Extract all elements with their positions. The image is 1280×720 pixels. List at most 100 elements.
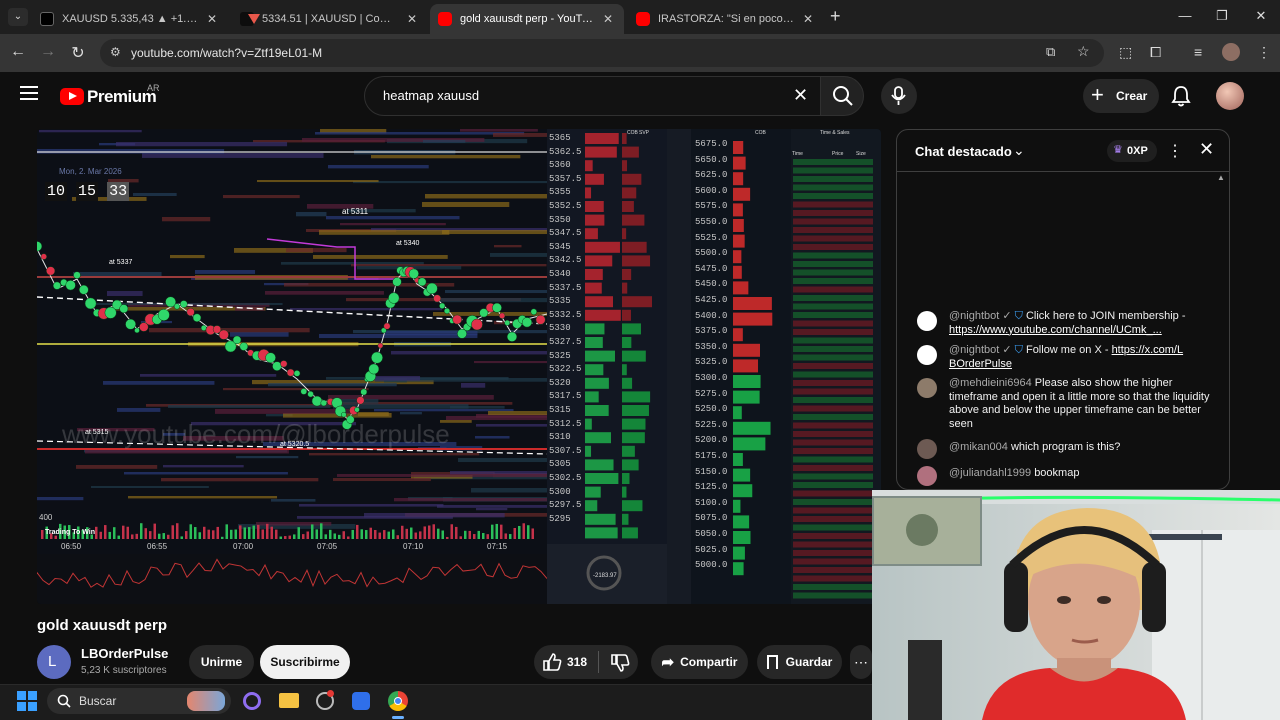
- share-button[interactable]: ➦ Compartir: [651, 645, 748, 679]
- chat-header-title[interactable]: Chat destacado: [915, 144, 1012, 159]
- copilot-app-icon[interactable]: [243, 692, 261, 710]
- save-label: Guardar: [785, 655, 833, 669]
- ladder-price-level: 5297.5: [549, 500, 582, 511]
- liquidity-band: [107, 291, 143, 296]
- close-window-icon[interactable]: ✕: [1251, 8, 1271, 24]
- volume-bar: [185, 531, 188, 539]
- volume-bar: [513, 528, 516, 539]
- settings-app-icon[interactable]: [316, 690, 334, 710]
- trade-bubble: [307, 390, 314, 398]
- browser-tab-youtube-active[interactable]: gold xauusdt perp - YouTube ✕: [430, 4, 624, 34]
- browser-tab-xauusd-comercio[interactable]: 5334.51 | XAUUSD | Comercio v ✕: [232, 4, 428, 34]
- price-tag-5311: at 5311: [342, 207, 369, 216]
- tab-close-icon[interactable]: ✕: [800, 12, 816, 26]
- forward-arrow-icon[interactable]: →: [38, 43, 58, 61]
- reading-list-icon[interactable]: ≡: [1194, 44, 1202, 60]
- volume-bar: [140, 523, 143, 539]
- ladder-price-level: 5100.0: [695, 497, 728, 508]
- new-tab-button[interactable]: +: [830, 6, 841, 27]
- store-app-icon[interactable]: [352, 692, 370, 710]
- avatar[interactable]: [917, 466, 937, 486]
- voice-search-button[interactable]: [881, 78, 917, 114]
- save-button[interactable]: Guardar: [757, 645, 842, 679]
- tab-close-icon[interactable]: ✕: [600, 12, 616, 26]
- share-label: Compartir: [680, 655, 738, 669]
- extensions-icon[interactable]: ⧠: [1150, 44, 1161, 61]
- create-button[interactable]: + Crear: [1083, 79, 1159, 113]
- chat-author[interactable]: @nightbot ✓: [949, 344, 1012, 356]
- video-player[interactable]: 10 15 33 Mon, 2. Mar 2026 at 5311 at 533…: [37, 129, 881, 604]
- more-actions-button[interactable]: ⋯: [850, 645, 872, 679]
- chat-author[interactable]: @nightbot ✓: [949, 310, 1012, 322]
- liquidity-band: [337, 474, 553, 477]
- windows-start-icon[interactable]: [17, 691, 37, 711]
- search-input[interactable]: heatmap xauusd ✕: [364, 76, 826, 116]
- join-button[interactable]: Unirme: [189, 645, 254, 679]
- ladder-price-level: 5350.0: [695, 341, 728, 352]
- site-info-icon[interactable]: ⚙: [110, 45, 121, 59]
- hamburger-menu-icon[interactable]: [20, 86, 38, 100]
- subscribe-button[interactable]: Suscribirme: [260, 645, 350, 679]
- file-explorer-icon[interactable]: [279, 693, 299, 708]
- like-icon[interactable]: [542, 652, 562, 672]
- clear-search-icon[interactable]: ✕: [793, 85, 808, 106]
- chevron-down-icon[interactable]: ⌄: [1013, 142, 1025, 159]
- profile-avatar[interactable]: [1222, 43, 1240, 61]
- ladder-price-level: 5400.0: [695, 310, 728, 321]
- svp-bar: [622, 241, 647, 253]
- chrome-app-icon[interactable]: [388, 691, 408, 711]
- ladder-price-level: 5330: [549, 323, 571, 334]
- reload-icon[interactable]: ↻: [68, 43, 88, 63]
- chat-menu-icon[interactable]: ⋮: [1167, 141, 1183, 161]
- close-chat-icon[interactable]: ✕: [1199, 139, 1214, 160]
- chat-author[interactable]: @juliandahl1999: [949, 467, 1031, 479]
- restore-window-icon[interactable]: ❐: [1212, 8, 1232, 24]
- like-count[interactable]: 318: [567, 655, 587, 669]
- svp-bar: [622, 459, 639, 471]
- back-arrow-icon[interactable]: ←: [8, 43, 28, 61]
- avatar[interactable]: [917, 439, 937, 459]
- channel-name[interactable]: LBOrderPulse: [81, 646, 168, 661]
- liquidity-band: [315, 132, 525, 135]
- search-button[interactable]: [820, 76, 864, 116]
- taskbar-search-box[interactable]: Buscar: [47, 688, 231, 714]
- install-app-icon[interactable]: ⧉: [1046, 44, 1055, 60]
- time-sales-row: [793, 210, 873, 216]
- avatar[interactable]: [917, 311, 937, 331]
- chat-link[interactable]: https://www.youtube.com/channel/UCmk_...: [949, 324, 1162, 336]
- channel-points-badge[interactable]: ♛ 0XP: [1107, 140, 1157, 162]
- address-bar[interactable]: ⚙ youtube.com/watch?v=Ztf19eL01-M ⧉ ☆: [100, 39, 1104, 67]
- ladder-price-level: 5025.0: [695, 544, 728, 555]
- volume-bar: [356, 524, 359, 539]
- dislike-icon[interactable]: [610, 653, 630, 673]
- volume-bar: [257, 524, 260, 539]
- notifications-bell-icon[interactable]: [1171, 85, 1191, 107]
- channel-avatar[interactable]: L: [37, 645, 71, 679]
- tab-close-icon[interactable]: ✕: [404, 12, 420, 26]
- bookmark-star-icon[interactable]: ☆: [1077, 43, 1090, 60]
- avatar[interactable]: [917, 378, 937, 398]
- account-avatar[interactable]: [1216, 82, 1244, 110]
- browser-tab-youtube-irastorza[interactable]: IRASTORZA: "Si en pocos días n ✕: [628, 4, 824, 34]
- volume-bar: [167, 534, 170, 539]
- volume-bar: [122, 525, 125, 539]
- avatar[interactable]: [917, 345, 937, 365]
- minimize-window-icon[interactable]: —: [1175, 8, 1195, 23]
- time-label: 06:55: [147, 542, 168, 551]
- screenshot-icon[interactable]: ⬚: [1119, 44, 1132, 61]
- ladder-price-level: 5320: [549, 377, 571, 388]
- chat-author[interactable]: @mikan004: [949, 441, 1008, 453]
- scroll-up-icon[interactable]: ▲: [1217, 173, 1225, 182]
- browser-menu-icon[interactable]: ⋮: [1257, 44, 1271, 61]
- tab-close-icon[interactable]: ✕: [204, 12, 220, 26]
- trade-bubble: [530, 308, 538, 315]
- chat-author[interactable]: @mehdieini6964: [949, 377, 1032, 389]
- browser-tab-xauusd-tradingview[interactable]: XAUUSD 5.335,43 ▲ +1.09% Ent ✕: [32, 4, 228, 34]
- svp-bar: [622, 173, 642, 185]
- volume-bar: [158, 533, 161, 539]
- tab-search-dropdown[interactable]: ⌄: [8, 8, 28, 26]
- trade-bubble: [443, 307, 451, 314]
- volume-bar: [117, 535, 120, 539]
- liquidity-band: [328, 395, 494, 400]
- ladder-price-level: 5305: [549, 459, 571, 470]
